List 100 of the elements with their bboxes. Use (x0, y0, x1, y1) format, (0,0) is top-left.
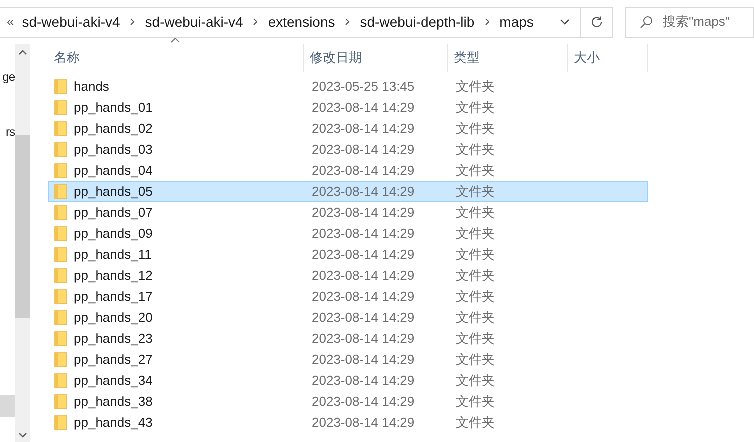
item-type: 文件夹 (456, 266, 495, 285)
dropdown-icon[interactable] (560, 19, 570, 25)
search-icon (640, 16, 653, 28)
item-type: 文件夹 (456, 350, 495, 369)
folder-icon (54, 142, 68, 158)
modified-date: 2023-08-14 14:29 (312, 204, 416, 222)
file-name: pp_hands_04 (74, 162, 153, 180)
folder-icon (54, 78, 68, 94)
file-row[interactable]: pp_hands_03 2023-08-14 14:29 文件夹 (48, 139, 648, 160)
file-name: pp_hands_11 (74, 246, 152, 264)
modified-date: 2023-08-14 14:29 (312, 182, 416, 201)
folder-icon (54, 372, 68, 388)
item-type: 文件夹 (456, 308, 495, 327)
item-type: 文件夹 (456, 414, 495, 432)
scroll-down-icon[interactable] (18, 433, 26, 438)
file-row[interactable]: pp_hands_04 2023-08-14 14:29 文件夹 (48, 160, 648, 181)
modified-date: 2023-08-14 14:29 (312, 140, 416, 159)
folder-icon (54, 414, 68, 430)
modified-date: 2023-08-14 14:29 (312, 98, 416, 117)
file-name: pp_hands_20 (74, 308, 153, 327)
file-row[interactable]: hands 2023-05-25 13:45 文件夹 (48, 76, 648, 97)
scrollbar-thumb[interactable] (15, 135, 30, 318)
breadcrumb[interactable]: sd-webui-aki-v4 (145, 12, 244, 32)
folder-icon (54, 120, 68, 136)
chevron-icon[interactable] (484, 18, 490, 26)
file-name: pp_hands_01 (74, 98, 153, 117)
nav-item[interactable]: rs (0, 121, 15, 143)
file-row[interactable]: pp_hands_11 2023-08-14 14:29 文件夹 (48, 244, 648, 265)
chevron-icon[interactable] (253, 18, 258, 26)
modified-date: 2023-08-14 14:29 (312, 392, 416, 411)
file-row[interactable]: pp_hands_01 2023-08-14 14:29 文件夹 (48, 97, 648, 118)
breadcrumb[interactable]: maps (500, 12, 534, 32)
modified-date: 2023-08-14 14:29 (312, 372, 416, 390)
item-type: 文件夹 (456, 224, 495, 243)
file-row[interactable]: pp_hands_17 2023-08-14 14:29 文件夹 (48, 286, 648, 307)
column-header[interactable]: 修改日期 (304, 44, 448, 72)
chevron-icon[interactable] (345, 18, 350, 26)
item-type: 文件夹 (456, 246, 495, 264)
item-type: 文件夹 (456, 162, 495, 180)
chevron-icon[interactable] (130, 18, 136, 26)
file-name: pp_hands_43 (74, 414, 153, 432)
search-input: 搜索"maps" (663, 12, 753, 32)
file-row[interactable]: pp_hands_02 2023-08-14 14:29 文件夹 (48, 118, 648, 139)
scroll-up-icon[interactable] (18, 50, 26, 55)
modified-date: 2023-08-14 14:29 (312, 414, 416, 432)
item-type: 文件夹 (456, 78, 495, 96)
modified-date: 2023-08-14 14:29 (312, 350, 416, 369)
modified-date: 2023-08-14 14:29 (312, 120, 416, 138)
modified-date: 2023-08-14 14:29 (312, 162, 416, 180)
file-row[interactable]: pp_hands_27 2023-08-14 14:29 文件夹 (48, 349, 648, 370)
file-name: pp_hands_17 (74, 288, 153, 306)
item-type: 文件夹 (456, 120, 495, 138)
column-header[interactable]: 名称 (48, 44, 304, 72)
modified-date: 2023-08-14 14:29 (312, 246, 416, 264)
folder-icon (54, 226, 68, 242)
file-name: pp_hands_02 (74, 120, 153, 138)
folder-icon (54, 162, 68, 178)
file-row[interactable]: pp_hands_05 2023-08-14 14:29 文件夹 (48, 181, 648, 202)
modified-date: 2023-05-25 13:45 (312, 78, 416, 96)
folder-icon (54, 246, 68, 262)
file-name: pp_hands_38 (74, 392, 153, 411)
file-row[interactable]: pp_hands_12 2023-08-14 14:29 文件夹 (48, 265, 648, 286)
folder-icon (54, 184, 68, 200)
modified-date: 2023-08-14 14:29 (312, 308, 416, 327)
breadcrumb[interactable]: sd-webui-depth-lib (360, 12, 475, 32)
file-name: pp_hands_05 (74, 182, 153, 201)
file-row[interactable]: pp_hands_38 2023-08-14 14:29 文件夹 (48, 391, 648, 412)
file-row[interactable]: pp_hands_43 2023-08-14 14:29 文件夹 (48, 412, 648, 433)
item-type: 文件夹 (456, 182, 495, 201)
modified-date: 2023-08-14 14:29 (312, 266, 416, 285)
overflow-chevron[interactable]: « (7, 12, 14, 32)
nav-item[interactable]: ge (0, 66, 15, 88)
modified-date: 2023-08-14 14:29 (312, 330, 416, 348)
folder-icon (54, 204, 68, 220)
column-header[interactable]: 类型 (448, 44, 568, 72)
folder-icon (54, 100, 68, 116)
item-type: 文件夹 (456, 140, 495, 159)
item-type: 文件夹 (456, 204, 495, 222)
file-name: pp_hands_09 (74, 224, 153, 243)
file-row[interactable]: pp_hands_09 2023-08-14 14:29 文件夹 (48, 223, 648, 244)
file-name: hands (74, 78, 110, 96)
file-row[interactable]: pp_hands_23 2023-08-14 14:29 文件夹 (48, 328, 648, 349)
column-header[interactable]: 大小 (568, 44, 648, 72)
item-type: 文件夹 (456, 392, 495, 411)
folder-icon (54, 310, 68, 326)
file-row[interactable]: pp_hands_34 2023-08-14 14:29 文件夹 (48, 370, 648, 391)
address-bar[interactable]: « sd-webui-aki-v4 sd-webui-aki-v4 extensions sd-webui-depth-lib maps (0, 6, 613, 38)
folder-icon (54, 268, 68, 284)
search-field[interactable]: 搜索"maps" (625, 6, 754, 38)
file-name: pp_hands_03 (74, 140, 153, 159)
item-type: 文件夹 (456, 98, 495, 117)
file-row[interactable]: pp_hands_07 2023-08-14 14:29 文件夹 (48, 202, 648, 223)
folder-icon (54, 288, 68, 304)
breadcrumb[interactable]: sd-webui-aki-v4 (22, 12, 120, 32)
file-name: pp_hands_27 (74, 350, 153, 369)
file-name: pp_hands_23 (74, 330, 153, 348)
folder-icon (54, 330, 68, 346)
file-row[interactable]: pp_hands_20 2023-08-14 14:29 文件夹 (48, 307, 648, 328)
file-name: pp_hands_07 (74, 204, 153, 222)
breadcrumb[interactable]: extensions (268, 12, 336, 32)
